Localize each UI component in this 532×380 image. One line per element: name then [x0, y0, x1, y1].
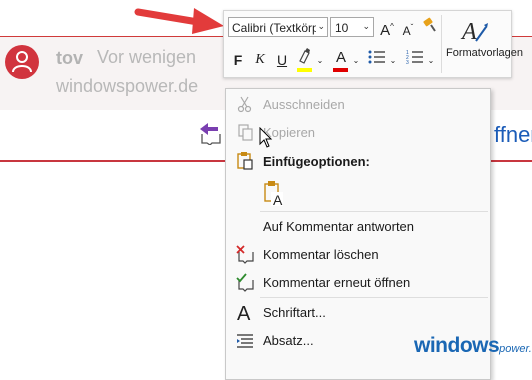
bold-button[interactable]: F [230, 50, 246, 70]
svg-text:A: A [237, 303, 251, 322]
svg-text:A: A [460, 19, 477, 45]
chevron-down-icon: ⌄ [317, 21, 325, 31]
grow-font-button[interactable]: A^ [377, 17, 397, 41]
reopen-comment-icon [236, 273, 254, 292]
numbering-dropdown-chevron-icon[interactable]: ⌄ [426, 51, 436, 71]
watermark: windowspower.de [414, 334, 532, 358]
italic-button[interactable]: K [252, 50, 268, 70]
menu-item-label: Kommentar löschen [263, 247, 379, 262]
grow-font-icon: A [380, 22, 391, 39]
reopen-comment-icon[interactable] [198, 121, 222, 145]
menu-item-label: Kommentar erneut öffnen [263, 275, 411, 290]
font-name-value: Calibri (Textkörp [232, 21, 316, 35]
person-icon [12, 51, 32, 73]
shrink-font-icon: A [402, 24, 411, 38]
bullet-list-icon [368, 50, 385, 64]
chevron-down-icon: ⌄ [362, 21, 370, 31]
numbering-button[interactable]: 1 2 3 [405, 49, 425, 70]
format-painter-button[interactable] [420, 17, 440, 38]
menu-item-font[interactable]: A Schriftart... [226, 299, 490, 325]
menu-item-label: Einfügeoptionen: [263, 154, 370, 169]
menu-separator [260, 211, 488, 212]
font-size-select[interactable]: 10 ⌄ [330, 17, 374, 37]
paste-keep-text-only-button[interactable]: A [261, 180, 287, 208]
scissors-icon [237, 96, 252, 113]
menu-item-cut[interactable]: Ausschneiden [226, 91, 490, 117]
red-arrow-icon [134, 8, 224, 34]
menu-item-delete-comment[interactable]: Kommentar löschen [226, 241, 490, 267]
paste-icon [237, 152, 253, 170]
bullets-dropdown-chevron-icon[interactable]: ⌄ [388, 51, 398, 71]
highlight-color-bar [297, 68, 312, 72]
comment-author: tov [56, 48, 83, 68]
highlighter-icon [299, 48, 310, 64]
svg-text:A: A [273, 192, 283, 208]
reopen-link[interactable]: ffnen [494, 122, 532, 148]
comment-domain: windowspower.de [56, 76, 199, 96]
font-size-value: 10 [335, 21, 349, 35]
mouse-cursor-icon [259, 127, 273, 148]
highlight-button[interactable] [296, 48, 314, 69]
menu-item-label: Auf Kommentar antworten [263, 219, 415, 234]
styles-icon[interactable]: A [460, 17, 490, 45]
watermark-suffix: power.de [499, 343, 532, 355]
mini-toolbar: Calibri (Textkörp ⌄ 10 ⌄ A^ Aˇ F K U ⌄ A… [223, 10, 523, 78]
shrink-font-button[interactable]: Aˇ [399, 18, 417, 41]
menu-item-label: Schriftart... [263, 305, 326, 320]
underline-button[interactable]: U [274, 50, 290, 70]
highlight-dropdown-chevron-icon[interactable]: ⌄ [315, 51, 325, 71]
menu-item-label: Absatz... [263, 333, 314, 348]
styles-button-label[interactable]: Formatvorlagen [446, 47, 523, 59]
comment-time: Vor wenigen [97, 47, 197, 67]
numbered-list-icon: 1 2 3 [406, 50, 423, 66]
menu-separator [260, 297, 488, 298]
menu-item-label: Ausschneiden [263, 97, 345, 112]
font-icon: A [237, 303, 251, 322]
watermark-brand: windows [414, 334, 500, 357]
menu-item-reply[interactable]: Auf Kommentar antworten [226, 213, 490, 239]
menu-item-paste-options: Einfügeoptionen: [226, 148, 490, 174]
copy-icon [238, 124, 253, 141]
delete-comment-icon [236, 245, 254, 264]
avatar[interactable] [5, 45, 39, 79]
svg-text:3: 3 [406, 60, 409, 65]
toolbar-divider [441, 15, 442, 73]
font-color-bar [333, 68, 348, 72]
paste-text-only-icon: A [264, 181, 283, 208]
menu-item-reopen-comment[interactable]: Kommentar erneut öffnen [226, 269, 490, 295]
paragraph-icon [237, 334, 253, 348]
font-color-button[interactable]: A [332, 48, 350, 68]
font-color-dropdown-chevron-icon[interactable]: ⌄ [351, 51, 361, 71]
font-name-select[interactable]: Calibri (Textkörp ⌄ [228, 17, 328, 37]
bullets-button[interactable] [367, 49, 387, 70]
format-painter-icon [423, 17, 436, 32]
